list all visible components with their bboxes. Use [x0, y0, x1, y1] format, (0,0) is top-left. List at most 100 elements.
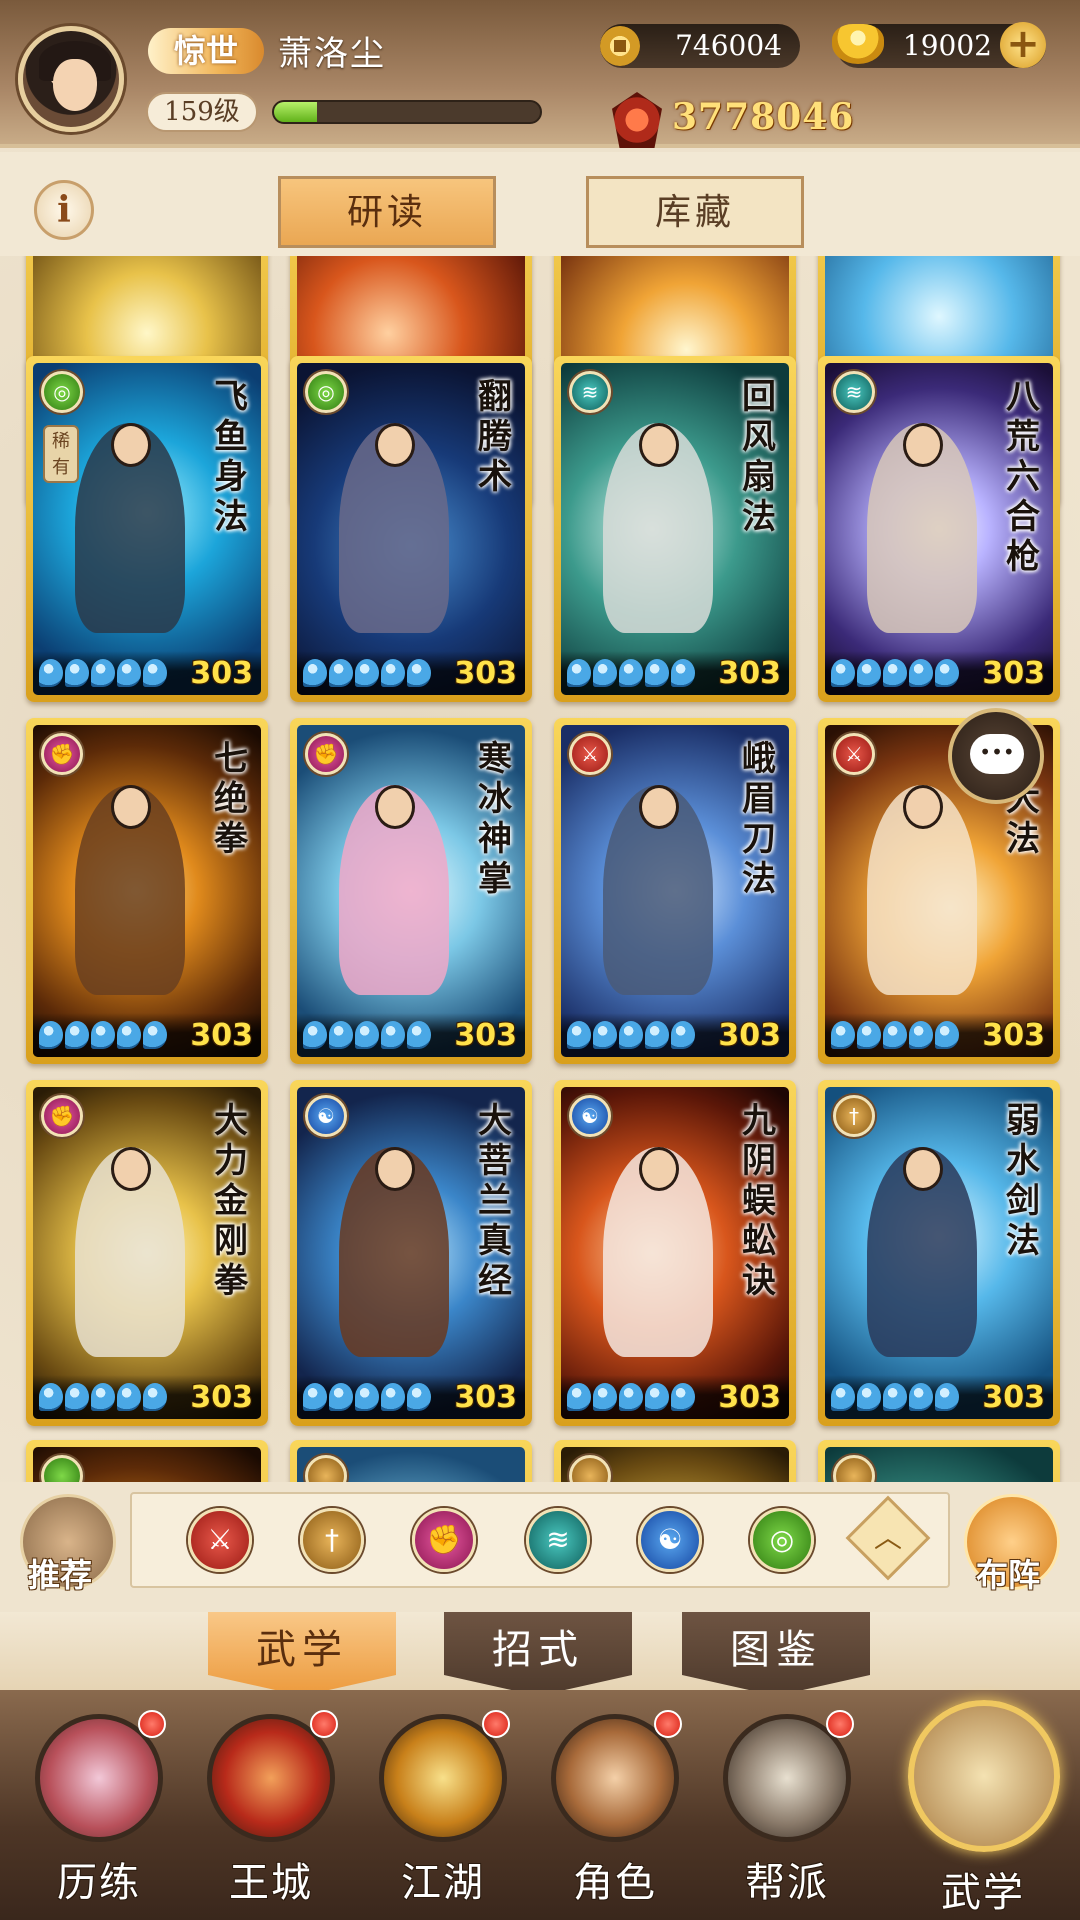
star-bead-icon [355, 1021, 379, 1049]
card-title: 大菩兰真经 [478, 1101, 512, 1301]
star-bead-icon [909, 1021, 933, 1049]
xp-progress-fill [274, 102, 317, 122]
fan-school-icon[interactable]: ≋ [526, 1508, 590, 1572]
star-bead-icon [593, 1021, 617, 1049]
star-bead-icon [671, 1383, 695, 1411]
wind-school-icon[interactable]: ◎ [750, 1508, 814, 1572]
star-bead-icon [857, 1383, 881, 1411]
star-bead-icon [883, 659, 907, 687]
martial-card[interactable]: † 弱水剑法 303 [818, 1080, 1060, 1426]
star-bead-icon [567, 1383, 591, 1411]
star-bead-icon [303, 1383, 327, 1411]
martial-card[interactable]: ⚔ 峨眉刀法 303 [554, 718, 796, 1064]
card-title: 回风扇法 [742, 377, 776, 537]
taiji-school-icon: ☯ [305, 1095, 347, 1137]
martial-card[interactable]: ✊ 七绝拳 303 [26, 718, 268, 1064]
martial-card[interactable]: ◎ 翻腾术 303 [290, 356, 532, 702]
martial-card[interactable]: ◎ 稀有 飞鱼身法 303 [26, 356, 268, 702]
add-ingot-button[interactable]: + [1000, 22, 1046, 68]
avatar-face [53, 59, 97, 111]
martial-card[interactable]: ≋ 八荒六合枪 303 [818, 356, 1060, 702]
player-name: 萧洛尘 [278, 34, 386, 74]
fan-school-icon: ≋ [569, 371, 611, 413]
fist-school-icon: ✊ [41, 1095, 83, 1137]
card-level: 303 [718, 1018, 781, 1053]
star-bead-icon [671, 1021, 695, 1049]
star-beads [303, 659, 431, 689]
nav-training[interactable]: 历练 [24, 1700, 174, 1910]
star-bead-icon [619, 1383, 643, 1411]
martial-card-partial[interactable] [554, 1440, 796, 1482]
character-head [903, 423, 943, 467]
nav-guild[interactable]: 帮派 [712, 1700, 862, 1910]
blade-school-icon[interactable]: ⚔ [188, 1508, 252, 1572]
star-bead-icon [619, 1021, 643, 1049]
star-bead-icon [857, 1021, 881, 1049]
star-bead-icon [831, 1383, 855, 1411]
nav-label: 历练 [57, 1860, 141, 1906]
star-bead-icon [671, 659, 695, 687]
martial-card[interactable]: ☯ 九阴蜈蚣诀 303 [554, 1080, 796, 1426]
nav-character[interactable]: 角色 [540, 1700, 690, 1910]
nav-jianghu[interactable]: 江湖 [368, 1700, 518, 1910]
martial-card-partial[interactable] [818, 1440, 1060, 1482]
formation-label: 布阵 [976, 1556, 1041, 1594]
chat-button[interactable] [948, 708, 1044, 804]
star-bead-icon [381, 1383, 405, 1411]
star-bead-icon [39, 1383, 63, 1411]
nav-martial-arts[interactable]: 武学 [908, 1700, 1060, 1916]
character-head [639, 785, 679, 829]
character-head [111, 423, 151, 467]
star-bead-icon [143, 659, 167, 687]
taiji-school-icon[interactable]: ☯ [638, 1508, 702, 1572]
card-title: 八荒六合枪 [1006, 377, 1040, 577]
fist-school-icon[interactable]: ✊ [412, 1508, 476, 1572]
card-level: 303 [982, 656, 1045, 691]
martial-card[interactable]: ✊ 大力金刚拳 303 [26, 1080, 268, 1426]
notification-dot [310, 1710, 338, 1738]
combat-power-value: 3778046 [672, 96, 855, 138]
star-bead-icon [407, 1021, 431, 1049]
player-avatar[interactable] [18, 26, 124, 132]
martial-card[interactable]: ✊ 寒冰神掌 303 [290, 718, 532, 1064]
martial-card[interactable]: ☯ 大菩兰真经 303 [290, 1080, 532, 1426]
star-bead-icon [143, 1021, 167, 1049]
star-bead-icon [355, 1383, 379, 1411]
nav-royal-city[interactable]: 王城 [196, 1700, 346, 1910]
info-button[interactable]: i [34, 180, 94, 240]
martial-card[interactable]: ≋ 回风扇法 303 [554, 356, 796, 702]
star-beads [39, 1383, 167, 1413]
tab-research[interactable]: 研读 [278, 176, 496, 248]
star-bead-icon [91, 659, 115, 687]
character-head [375, 1147, 415, 1191]
star-beads [831, 659, 959, 689]
sword-school-icon[interactable]: † [300, 1508, 364, 1572]
star-bead-icon [619, 659, 643, 687]
star-bead-icon [65, 1383, 89, 1411]
star-bead-icon [831, 1021, 855, 1049]
martial-card-partial[interactable] [26, 1440, 268, 1482]
star-bead-icon [593, 1383, 617, 1411]
star-bead-icon [381, 659, 405, 687]
card-level: 303 [718, 656, 781, 691]
star-bead-icon [117, 1383, 141, 1411]
card-title: 翻腾术 [478, 377, 512, 497]
martial-arts-card-grid[interactable]: 303 303 303 303 ◎ 稀有 飞鱼身法 303 ◎ 翻腾术 303 ≋ 回风扇法 30… [0, 256, 1080, 1482]
tab-collection[interactable]: 库藏 [586, 176, 804, 248]
card-level: 303 [454, 656, 517, 691]
character-head [639, 1147, 679, 1191]
star-bead-icon [91, 1021, 115, 1049]
martial-card-partial[interactable] [290, 1440, 532, 1482]
star-bead-icon [65, 659, 89, 687]
card-title: 弱水剑法 [1006, 1101, 1040, 1261]
fan-school-icon: ≋ [833, 371, 875, 413]
card-level: 303 [190, 1380, 253, 1415]
gold-ingot-icon [832, 24, 884, 64]
blade-school-icon: ⚔ [569, 733, 611, 775]
scroll-books-icon [908, 1700, 1060, 1852]
star-bead-icon [329, 1021, 353, 1049]
card-title: 飞鱼身法 [214, 377, 248, 537]
star-bead-icon [39, 1021, 63, 1049]
card-level: 303 [718, 1380, 781, 1415]
sword-school-icon: † [833, 1095, 875, 1137]
